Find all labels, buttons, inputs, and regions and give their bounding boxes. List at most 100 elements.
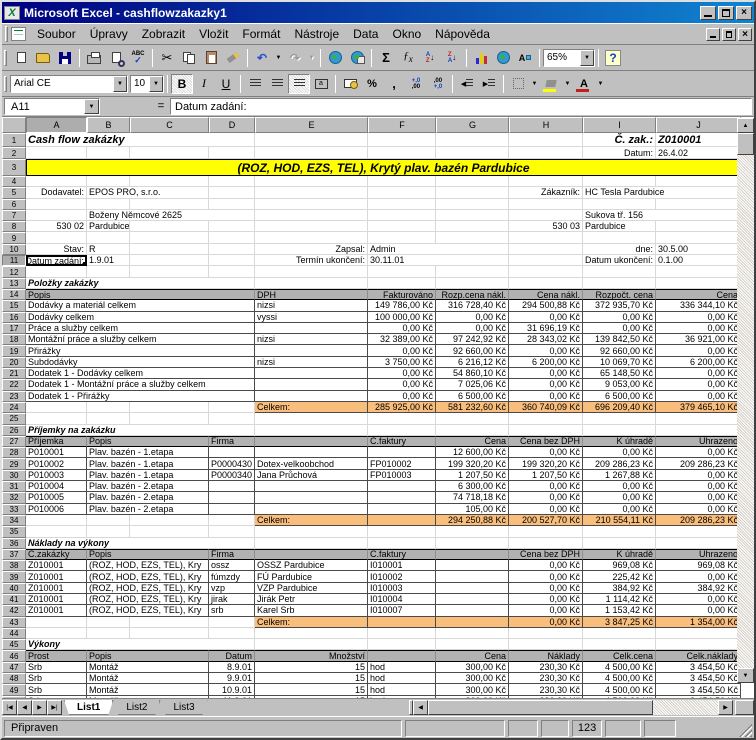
cell-B39[interactable]: (ROZ, HOD, EZS, TEL), Kry — [87, 571, 209, 582]
cell-I35[interactable] — [583, 526, 656, 537]
cell-B50[interactable]: Montáž — [87, 696, 209, 698]
paste-button[interactable] — [200, 48, 222, 68]
cell-G26[interactable] — [436, 425, 509, 436]
row-header-14[interactable]: 14 — [2, 289, 26, 300]
cell-H12[interactable] — [509, 266, 583, 277]
open-button[interactable] — [32, 48, 54, 68]
cell-J29[interactable]: 209 286,23 Kč — [656, 458, 741, 469]
cell-A42[interactable]: Z010001 — [26, 605, 87, 616]
cell-J25[interactable] — [656, 413, 741, 424]
cell-D25[interactable] — [209, 413, 255, 424]
row-header-38[interactable]: 38 — [2, 560, 26, 571]
cell-E38[interactable]: OSSZ Pardubice — [255, 560, 368, 571]
cell-G2[interactable] — [436, 147, 509, 159]
cell-D42[interactable]: srb — [209, 605, 255, 616]
column-header-D[interactable]: D — [209, 117, 255, 133]
cell-I40[interactable]: 384,92 Kč — [583, 583, 656, 594]
cell-A35[interactable] — [26, 526, 87, 537]
cell-E32[interactable] — [255, 492, 368, 503]
vertical-scroll-thumb[interactable] — [737, 133, 754, 155]
select-all-corner[interactable] — [2, 117, 26, 133]
cell-B2[interactable] — [87, 147, 130, 159]
cell-H24[interactable]: 360 740,09 Kč — [509, 402, 583, 413]
cell-F37[interactable]: Č.faktury — [368, 549, 436, 560]
cell-C35[interactable] — [130, 526, 209, 537]
cell-G14[interactable]: Rozp.cena nákl. — [436, 289, 509, 300]
decrease-indent-button[interactable]: ◀ — [456, 74, 478, 94]
cell-I42[interactable]: 1 153,42 Kč — [583, 605, 656, 616]
cell-A10[interactable]: Stav: — [26, 244, 87, 255]
cell-H38[interactable]: 0,00 Kč — [509, 560, 583, 571]
cell-B44[interactable] — [87, 628, 130, 639]
cell-H17[interactable]: 31 696,19 Kč — [509, 323, 583, 334]
cell-C6[interactable] — [130, 199, 209, 210]
row-header-46[interactable]: 46 — [2, 650, 26, 661]
cell-G21[interactable]: 54 860,10 Kč — [436, 368, 509, 379]
cell-I16[interactable]: 0,00 Kč — [583, 312, 656, 323]
cell-J31[interactable]: 0,00 Kč — [656, 481, 741, 492]
cell-D41[interactable]: jirak — [209, 594, 255, 605]
cell-E23[interactable] — [255, 391, 368, 402]
cut-button[interactable]: ✂ — [156, 48, 178, 68]
cell-A8[interactable]: 530 02 — [26, 221, 87, 232]
help-button[interactable]: ? — [602, 48, 624, 68]
row-header-8[interactable]: 8 — [2, 221, 26, 232]
cell-F18[interactable]: 32 389,00 Kč — [368, 334, 436, 345]
zoom-combobox[interactable]: 65%▼ — [543, 49, 595, 67]
cell-A50[interactable]: Srb — [26, 696, 87, 698]
cell-E40[interactable]: VZP Pardubice — [255, 583, 368, 594]
cell-B6[interactable] — [87, 199, 130, 210]
row-header-39[interactable]: 39 — [2, 571, 26, 582]
cell-J40[interactable]: 384,92 Kč — [656, 583, 741, 594]
cell-F30[interactable]: FP010003 — [368, 470, 436, 481]
cell-A6[interactable] — [26, 199, 87, 210]
cell-C12[interactable] — [130, 266, 209, 277]
cell-F46[interactable] — [368, 650, 436, 661]
copy-button[interactable] — [178, 48, 200, 68]
cell-B47[interactable]: Montáž — [87, 662, 209, 673]
cell-E4[interactable] — [255, 176, 368, 187]
percent-style-button[interactable]: % — [361, 74, 383, 94]
cell-I22[interactable]: 9 053,00 Kč — [583, 379, 656, 390]
menu-format[interactable]: Formát — [235, 25, 287, 43]
cell-A40[interactable]: Z010001 — [26, 583, 87, 594]
cell-B11[interactable]: 1.9.01 — [87, 255, 130, 266]
row-header-36[interactable]: 36 — [2, 538, 26, 549]
cell-A25[interactable] — [26, 413, 87, 424]
cell-G28[interactable]: 12 600,00 Kč — [436, 447, 509, 458]
cell-F8[interactable] — [368, 221, 436, 232]
cell-H16[interactable]: 0,00 Kč — [509, 312, 583, 323]
cell-A39[interactable]: Z010001 — [26, 571, 87, 582]
cell-F33[interactable] — [368, 504, 436, 515]
cell-D38[interactable]: ossz — [209, 560, 255, 571]
cell-E9[interactable] — [255, 232, 368, 243]
menu-soubor[interactable]: Soubor — [30, 25, 83, 43]
redo-button[interactable]: ↷ — [284, 48, 306, 68]
cell-B28[interactable]: Plav. bazén - 1.etapa — [87, 447, 209, 458]
cell-H14[interactable]: Cena nákl. — [509, 289, 583, 300]
cell-H49[interactable]: 230,30 Kč — [509, 684, 583, 695]
cell-F21[interactable]: 0,00 Kč — [368, 368, 436, 379]
cell-A36[interactable]: Náklady na výkony — [26, 538, 255, 549]
cell-J1[interactable]: Z010001 — [656, 133, 741, 147]
cell-G7[interactable] — [436, 210, 509, 221]
cell-I2[interactable]: Datum: — [583, 147, 656, 159]
row-header-28[interactable]: 28 — [2, 447, 26, 458]
decrease-decimal-button[interactable]: ,00+,0 — [427, 74, 449, 94]
minimize-button[interactable] — [700, 6, 716, 20]
cell-D43[interactable] — [209, 617, 255, 628]
italic-button[interactable]: I — [193, 74, 215, 94]
cell-J18[interactable]: 36 921,00 Kč — [656, 334, 741, 345]
cell-G50[interactable]: 300,00 Kč — [436, 696, 509, 698]
cell-D34[interactable] — [209, 515, 255, 526]
bold-button[interactable]: B — [171, 74, 193, 94]
cell-E7[interactable] — [255, 210, 368, 221]
cell-D37[interactable]: Firma — [209, 549, 255, 560]
cell-I19[interactable]: 92 660,00 Kč — [583, 345, 656, 356]
cell-A15[interactable]: Dodávky a materiál celkem — [26, 300, 255, 311]
cell-D48[interactable]: 9.9.01 — [209, 673, 255, 684]
cell-J13[interactable] — [656, 278, 741, 289]
cell-H20[interactable]: 6 200,00 Kč — [509, 357, 583, 368]
cell-G46[interactable]: Cena — [436, 650, 509, 661]
cell-E46[interactable]: Množství — [255, 650, 368, 661]
